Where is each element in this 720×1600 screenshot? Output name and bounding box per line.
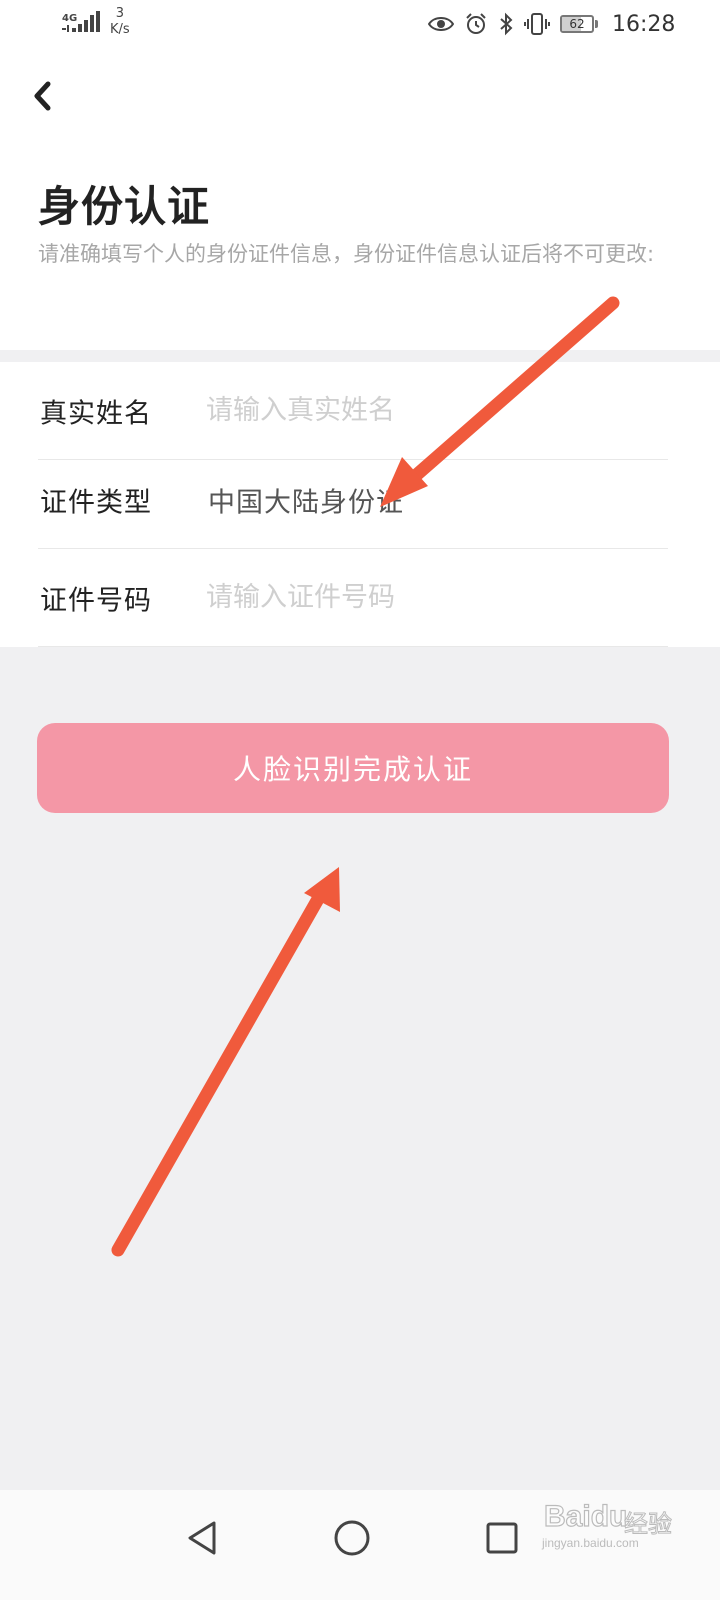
baidu-jingyan-watermark: Baidu 经验 jingyan.baidu.com [540,1492,690,1552]
signal-icon: 4G [62,11,100,32]
nav-recents-button[interactable] [472,1508,532,1568]
form-row-id-number: 证件号码 [38,549,668,647]
form-row-name: 真实姓名 [38,362,668,460]
id-type-select[interactable]: 中国大陆身份证 [208,480,404,519]
status-bar: 4G 3 K/s 62 16:28 [0,0,720,50]
battery-icon: 62 [560,15,594,33]
real-name-input[interactable] [206,387,646,434]
name-label: 真实姓名 [40,398,152,429]
back-triangle-icon [188,1521,216,1555]
id-number-input[interactable] [206,574,646,621]
back-button[interactable] [22,76,62,116]
header-area [0,0,720,350]
alarm-icon [466,13,486,34]
watermark-url: jingyan.baidu.com [542,1536,639,1550]
watermark-brand: Baidu [543,1499,628,1533]
form-row-id-type[interactable]: 证件类型 中国大陆身份证 [38,451,668,549]
network-speed: 3 K/s [110,6,130,37]
identity-form: 真实姓名 证件类型 中国大陆身份证 证件号码 [0,362,720,647]
page-title: 身份认证 [38,182,211,231]
nav-home-button[interactable] [322,1508,382,1568]
vibrate-icon [524,13,550,35]
annotation-arrow-to-submit [111,867,340,1257]
chevron-left-icon [34,81,51,111]
eye-icon [428,17,454,31]
id-type-label: 证件类型 [40,487,152,518]
recents-square-icon [486,1522,518,1554]
id-number-label: 证件号码 [40,585,152,616]
bluetooth-icon [500,12,513,36]
nav-back-button[interactable] [172,1508,232,1568]
home-circle-icon [334,1520,370,1556]
svg-text:4G: 4G [62,13,77,24]
face-verify-button[interactable]: 人脸识别完成认证 [37,723,669,813]
status-icons: 62 16:28 [428,10,675,38]
status-time: 16:28 [612,11,676,37]
page-subtitle: 请准确填写个人的身份证件信息，身份证件信息认证后将不可更改: [38,242,655,266]
battery-tip [595,20,598,28]
watermark-product: 经验 [624,1510,673,1539]
